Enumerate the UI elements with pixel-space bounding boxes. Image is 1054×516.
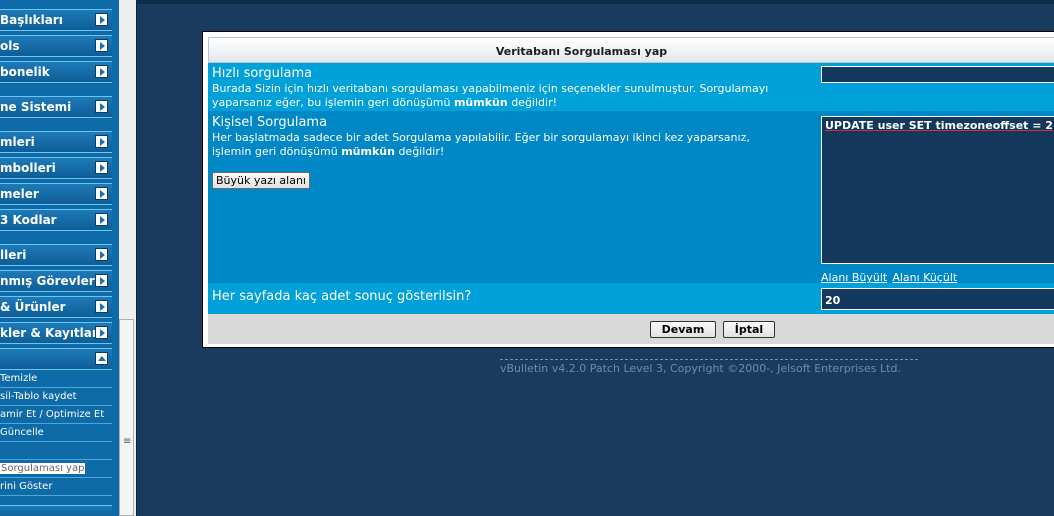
- quick-query-row: Hızlı sorgulama Burada Sizin için hızlı …: [208, 63, 1054, 111]
- nav-group-label: 3 Kodlar: [0, 213, 57, 227]
- nav-group-label: Başlıkları: [0, 13, 63, 27]
- submit-button[interactable]: Devam: [650, 321, 716, 338]
- expand-arrow-icon[interactable]: [95, 65, 108, 78]
- panel-header: Veritabanı Sorgulaması yap: [208, 37, 1054, 63]
- main-top-edge: [136, 0, 1054, 4]
- nav-group-8[interactable]: lleri: [0, 244, 112, 266]
- quick-query-desc-bold: mümkün: [453, 96, 508, 109]
- expand-arrow-icon[interactable]: [95, 13, 108, 26]
- nav-group-6[interactable]: meler: [0, 183, 112, 205]
- custom-query-description: Her başlatmada sadece bir adet Sorgulama…: [212, 131, 782, 159]
- nav-group-1[interactable]: ols: [0, 35, 112, 57]
- nav-item[interactable]: sil-Tablo kaydet: [0, 389, 112, 406]
- expand-arrow-icon[interactable]: [95, 100, 108, 113]
- nav-group-0[interactable]: Başlıkları: [0, 9, 112, 31]
- nav-group-2[interactable]: bonelik: [0, 61, 112, 83]
- custom-query-desc-end: değildir!: [394, 145, 445, 158]
- nav-group-4[interactable]: mleri: [0, 131, 112, 153]
- nav-group-label: ols: [0, 39, 20, 53]
- admin-nav-frame: Başlıkları ols bonelik ne Sistemi mleri …: [0, 0, 119, 516]
- nav-group-expanded[interactable]: [0, 348, 112, 370]
- per-page-label: Her sayfada kaç adet sonuç gösterilsin?: [212, 289, 472, 304]
- frame-splitter[interactable]: ≡: [119, 0, 136, 516]
- panel-title: Veritabanı Sorgulaması yap: [495, 45, 668, 58]
- custom-query-desc-text: Her başlatmada sadece bir adet Sorgulama…: [212, 131, 750, 158]
- panel-footer: Devam İptal: [208, 314, 1054, 344]
- expand-arrow-icon[interactable]: [95, 248, 108, 261]
- nav-group-3[interactable]: ne Sistemi: [0, 96, 112, 118]
- expand-arrow-icon[interactable]: [95, 300, 108, 313]
- collapse-arrow-icon[interactable]: [95, 352, 108, 365]
- cancel-button[interactable]: İptal: [723, 321, 775, 338]
- nav-item-label: amir Et / Optimize Et: [0, 409, 105, 420]
- custom-query-desc-bold: mümkün: [341, 145, 395, 158]
- nav-item[interactable]: amir Et / Optimize Et: [0, 407, 112, 424]
- nav-item-label: Temizle: [0, 373, 38, 384]
- nav-group-next[interactable]: [0, 505, 112, 516]
- nav-group-label: meler: [0, 187, 39, 201]
- per-page-row: Her sayfada kaç adet sonuç gösterilsin? …: [208, 283, 1054, 314]
- nav-item-label: sil-Tablo kaydet: [0, 391, 77, 402]
- expand-arrow-icon[interactable]: [95, 39, 108, 52]
- custom-query-title: Kişisel Sorgulama: [212, 115, 328, 130]
- nav-item-list: Temizle sil-Tablo kaydet amir Et / Optim…: [0, 371, 112, 497]
- quick-query-select[interactable]: [821, 66, 1054, 83]
- nav-group-7[interactable]: 3 Kodlar: [0, 209, 112, 231]
- nav-item-label: Sorgulaması yap: [0, 463, 86, 474]
- nav-item[interactable]: [0, 443, 112, 460]
- large-text-area-button[interactable]: Büyük yazı alanı: [212, 172, 310, 189]
- expand-arrow-icon[interactable]: [95, 135, 108, 148]
- expand-arrow-icon[interactable]: [95, 161, 108, 174]
- nav-group-label: kler & Kayıtlar: [0, 326, 98, 340]
- nav-item-active[interactable]: Sorgulaması yap: [0, 461, 112, 478]
- nav-group-label: ne Sistemi: [0, 100, 72, 114]
- nav-item[interactable]: Temizle: [0, 371, 112, 388]
- per-page-input[interactable]: 20: [821, 288, 1054, 310]
- expand-arrow-icon[interactable]: [95, 326, 108, 339]
- nav-group-10[interactable]: & Ürünler: [0, 296, 112, 318]
- nav-group-label: mleri: [0, 135, 35, 149]
- query-text: UPDATE user SET timezoneoffset = 2: [825, 119, 1053, 132]
- nav-group-11[interactable]: kler & Kayıtlar: [0, 322, 112, 344]
- nav-group-5[interactable]: mbolleri: [0, 157, 112, 179]
- expand-arrow-icon[interactable]: [95, 274, 108, 287]
- grip-icon: ≡: [123, 436, 132, 447]
- nav-group-9[interactable]: nmış Görevler: [0, 270, 112, 292]
- query-form-panel: Veritabanı Sorgulaması yap Hızlı sorgula…: [202, 31, 1054, 348]
- nav-group-label: bonelik: [0, 65, 50, 79]
- nav-item-label: rini Göster: [0, 481, 53, 492]
- custom-query-row: Kişisel Sorgulama Her başlatmada sadece …: [208, 111, 1054, 284]
- expand-arrow-icon[interactable]: [95, 213, 108, 226]
- splitter-handle[interactable]: [119, 319, 134, 516]
- nav-item[interactable]: rini Göster: [0, 479, 112, 496]
- copyright-footer: vBulletin v4.2.0 Patch Level 3, Copyrigh…: [500, 359, 918, 375]
- quick-query-description: Burada Sizin için hızlı veritabanı sorgu…: [212, 82, 782, 110]
- nav-group-label: mbolleri: [0, 161, 56, 175]
- custom-query-textarea[interactable]: UPDATE user SET timezoneoffset = 2: [821, 116, 1054, 264]
- quick-query-title: Hızlı sorgulama: [212, 66, 313, 81]
- expand-arrow-icon[interactable]: [95, 187, 108, 200]
- quick-query-desc-end: değildir!: [507, 96, 558, 109]
- nav-item[interactable]: Güncelle: [0, 425, 112, 442]
- nav-group-label: nmış Görevler: [0, 274, 95, 288]
- nav-item-label: Güncelle: [0, 427, 44, 438]
- nav-group-label: lleri: [0, 248, 27, 262]
- nav-group-label: & Ürünler: [0, 300, 66, 314]
